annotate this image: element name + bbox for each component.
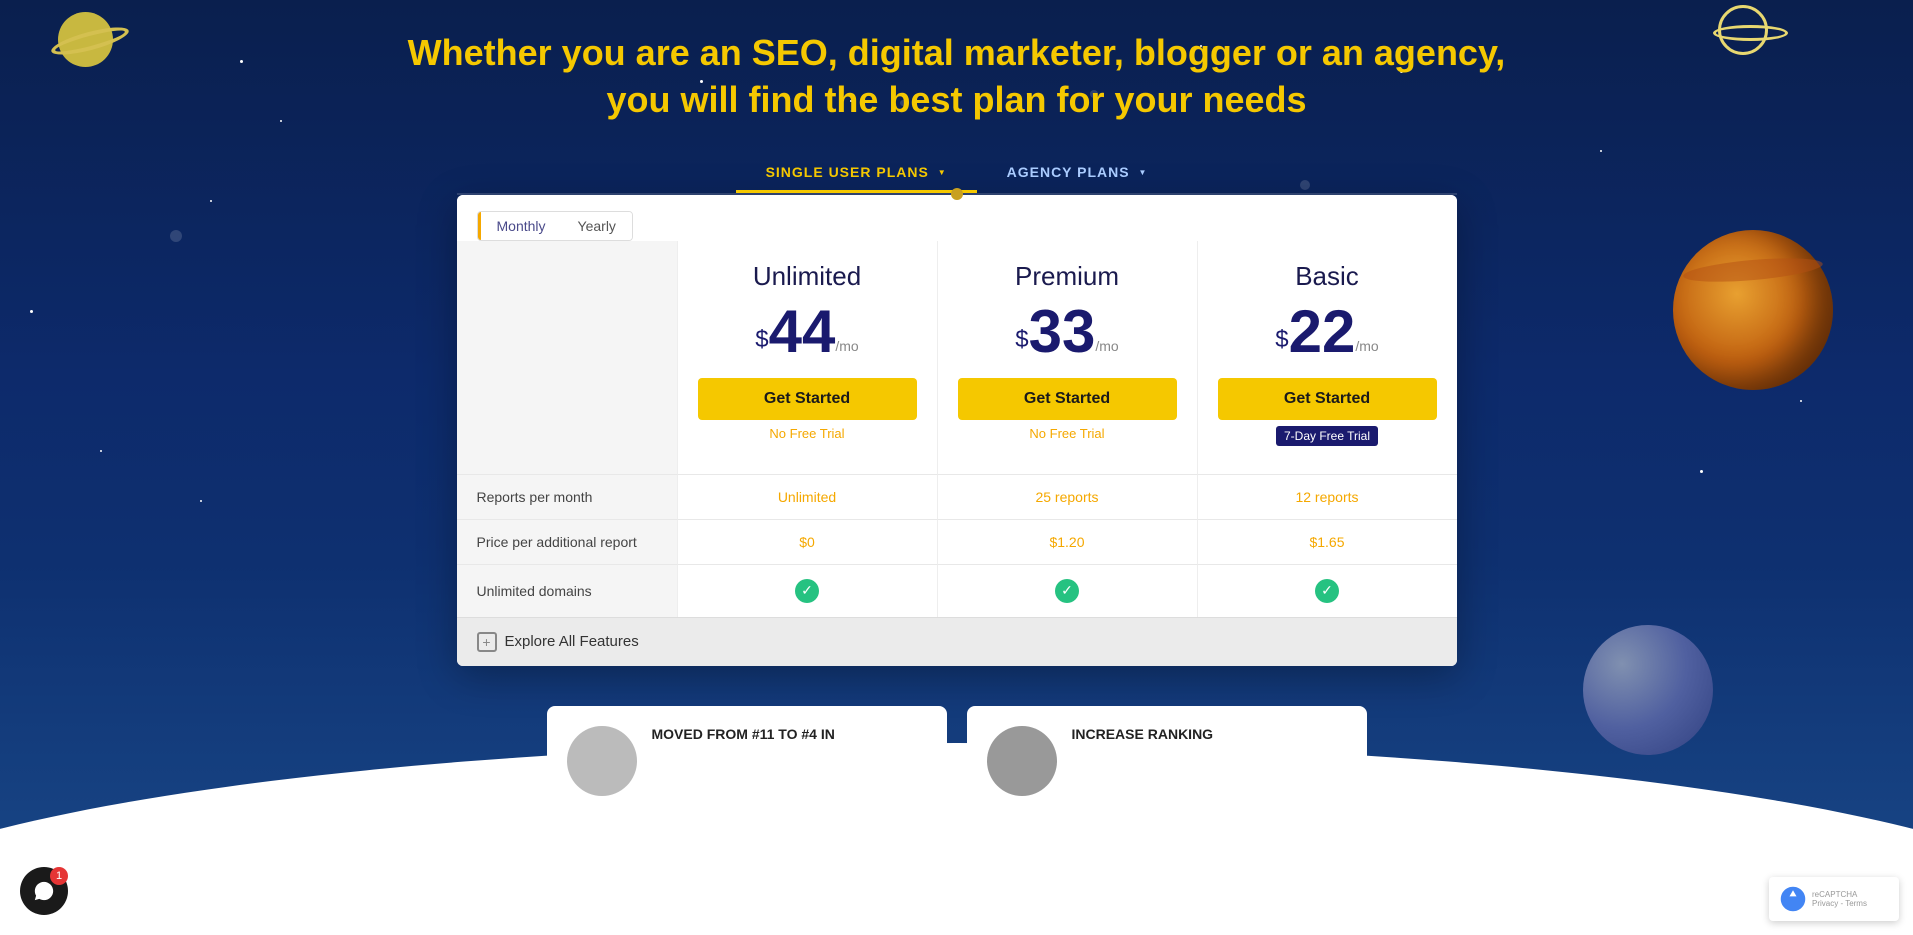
premium-trial-text: No Free Trial xyxy=(958,426,1177,441)
chat-icon xyxy=(33,880,55,902)
chat-bubble[interactable]: 1 xyxy=(20,867,68,915)
hero-title-line2: you will find the best plan for your nee… xyxy=(606,79,1306,120)
plan-premium-name: Premium xyxy=(958,261,1177,292)
recaptcha-terms: Privacy - Terms xyxy=(1812,899,1867,908)
testimonial-card-1: MOVED FROM #11 TO #4 IN xyxy=(547,706,947,816)
plans-grid: Unlimited $ 44 /mo Get Started No Free T… xyxy=(457,241,1457,617)
testimonial-title-1: MOVED FROM #11 TO #4 IN xyxy=(652,726,835,742)
domains-basic: ✓ xyxy=(1197,564,1457,617)
plan-unlimited-per: /mo xyxy=(835,338,858,354)
recaptcha-icon xyxy=(1779,885,1807,913)
tab-agency-arrow: ▼ xyxy=(1139,168,1148,177)
plan-unlimited-price-row: $ 44 /mo xyxy=(698,302,917,362)
price-additional-premium: $1.20 xyxy=(937,519,1197,564)
testimonial-card-2: INCREASE RANKING xyxy=(967,706,1367,816)
check-icon-unlimited: ✓ xyxy=(795,579,819,603)
btn-get-started-unlimited[interactable]: Get Started xyxy=(698,378,917,420)
plan-basic-dollar: $ xyxy=(1275,326,1288,354)
explore-row: + Explore All Features xyxy=(457,617,1457,666)
price-additional-unlimited: $0 xyxy=(677,519,937,564)
hero-title: Whether you are an SEO, digital marketer… xyxy=(20,30,1893,124)
reports-basic: 12 reports xyxy=(1197,474,1457,519)
plan-premium-dollar: $ xyxy=(1015,326,1028,354)
page-content: Whether you are an SEO, digital marketer… xyxy=(0,0,1913,666)
billing-row: Monthly Yearly xyxy=(457,195,1457,241)
plan-basic: Basic $ 22 /mo Get Started 7-Day Free Tr… xyxy=(1197,241,1457,474)
feature-col-header xyxy=(457,241,677,474)
recaptcha-content: reCAPTCHA Privacy - Terms xyxy=(1779,885,1889,913)
explore-spacer-1 xyxy=(677,618,937,666)
avatar-2 xyxy=(987,726,1057,796)
explore-spacer-2 xyxy=(937,618,1197,666)
testimonial-text-2: INCREASE RANKING xyxy=(1072,726,1214,742)
testimonial-title-2: INCREASE RANKING xyxy=(1072,726,1214,742)
plan-basic-price-row: $ 22 /mo xyxy=(1218,302,1437,362)
billing-toggle: Monthly Yearly xyxy=(477,211,633,241)
pricing-container: Monthly Yearly Unlimited $ 44 /mo Get St… xyxy=(457,195,1457,666)
btn-get-started-basic[interactable]: Get Started xyxy=(1218,378,1437,420)
plan-basic-per: /mo xyxy=(1355,338,1378,354)
plan-unlimited-name: Unlimited xyxy=(698,261,917,292)
plan-premium-per: /mo xyxy=(1095,338,1118,354)
check-icon-basic: ✓ xyxy=(1315,579,1339,603)
plan-premium-price-row: $ 33 /mo xyxy=(958,302,1177,362)
plan-unlimited-amount: 44 xyxy=(769,302,836,362)
tab-agency[interactable]: AGENCY PLANS ▼ xyxy=(977,154,1178,193)
chat-badge: 1 xyxy=(50,867,68,885)
tab-dot xyxy=(951,188,963,200)
testimonial-text-1: MOVED FROM #11 TO #4 IN xyxy=(652,726,835,742)
tab-single-user[interactable]: SINGLE USER PLANS ▼ xyxy=(736,154,977,193)
tab-dropdown-arrow: ▼ xyxy=(938,168,947,177)
reports-premium: 25 reports xyxy=(937,474,1197,519)
domains-premium: ✓ xyxy=(937,564,1197,617)
feature-reports-label: Reports per month xyxy=(457,474,677,519)
unlimited-trial-text: No Free Trial xyxy=(698,426,917,441)
domains-unlimited: ✓ xyxy=(677,564,937,617)
explore-all-features-btn[interactable]: + Explore All Features xyxy=(457,618,677,666)
feature-domains-label: Unlimited domains xyxy=(457,564,677,617)
recaptcha-badge: reCAPTCHA Privacy - Terms xyxy=(1769,877,1899,921)
plan-premium-amount: 33 xyxy=(1029,302,1096,362)
tab-line xyxy=(457,193,1457,195)
explore-spacer-3 xyxy=(1197,618,1457,666)
feature-price-label: Price per additional report xyxy=(457,519,677,564)
plan-basic-amount: 22 xyxy=(1289,302,1356,362)
plan-premium: Premium $ 33 /mo Get Started No Free Tri… xyxy=(937,241,1197,474)
plan-basic-name: Basic xyxy=(1218,261,1437,292)
plan-unlimited-dollar: $ xyxy=(755,326,768,354)
billing-yearly[interactable]: Yearly xyxy=(562,212,632,240)
bottom-section: MOVED FROM #11 TO #4 IN INCREASE RANKING xyxy=(0,706,1913,816)
basic-trial-badge: 7-Day Free Trial xyxy=(1276,426,1378,446)
check-icon-premium: ✓ xyxy=(1055,579,1079,603)
avatar-1 xyxy=(567,726,637,796)
billing-monthly[interactable]: Monthly xyxy=(478,212,562,240)
explore-plus-icon: + xyxy=(477,632,497,652)
reports-unlimited: Unlimited xyxy=(677,474,937,519)
plan-unlimited: Unlimited $ 44 /mo Get Started No Free T… xyxy=(677,241,937,474)
recaptcha-label: reCAPTCHA xyxy=(1812,890,1867,899)
hero-title-line1: Whether you are an SEO, digital marketer… xyxy=(408,32,1506,73)
testimonial-cards: MOVED FROM #11 TO #4 IN INCREASE RANKING xyxy=(20,706,1893,816)
explore-label: Explore All Features xyxy=(505,633,639,650)
btn-get-started-premium[interactable]: Get Started xyxy=(958,378,1177,420)
price-additional-basic: $1.65 xyxy=(1197,519,1457,564)
